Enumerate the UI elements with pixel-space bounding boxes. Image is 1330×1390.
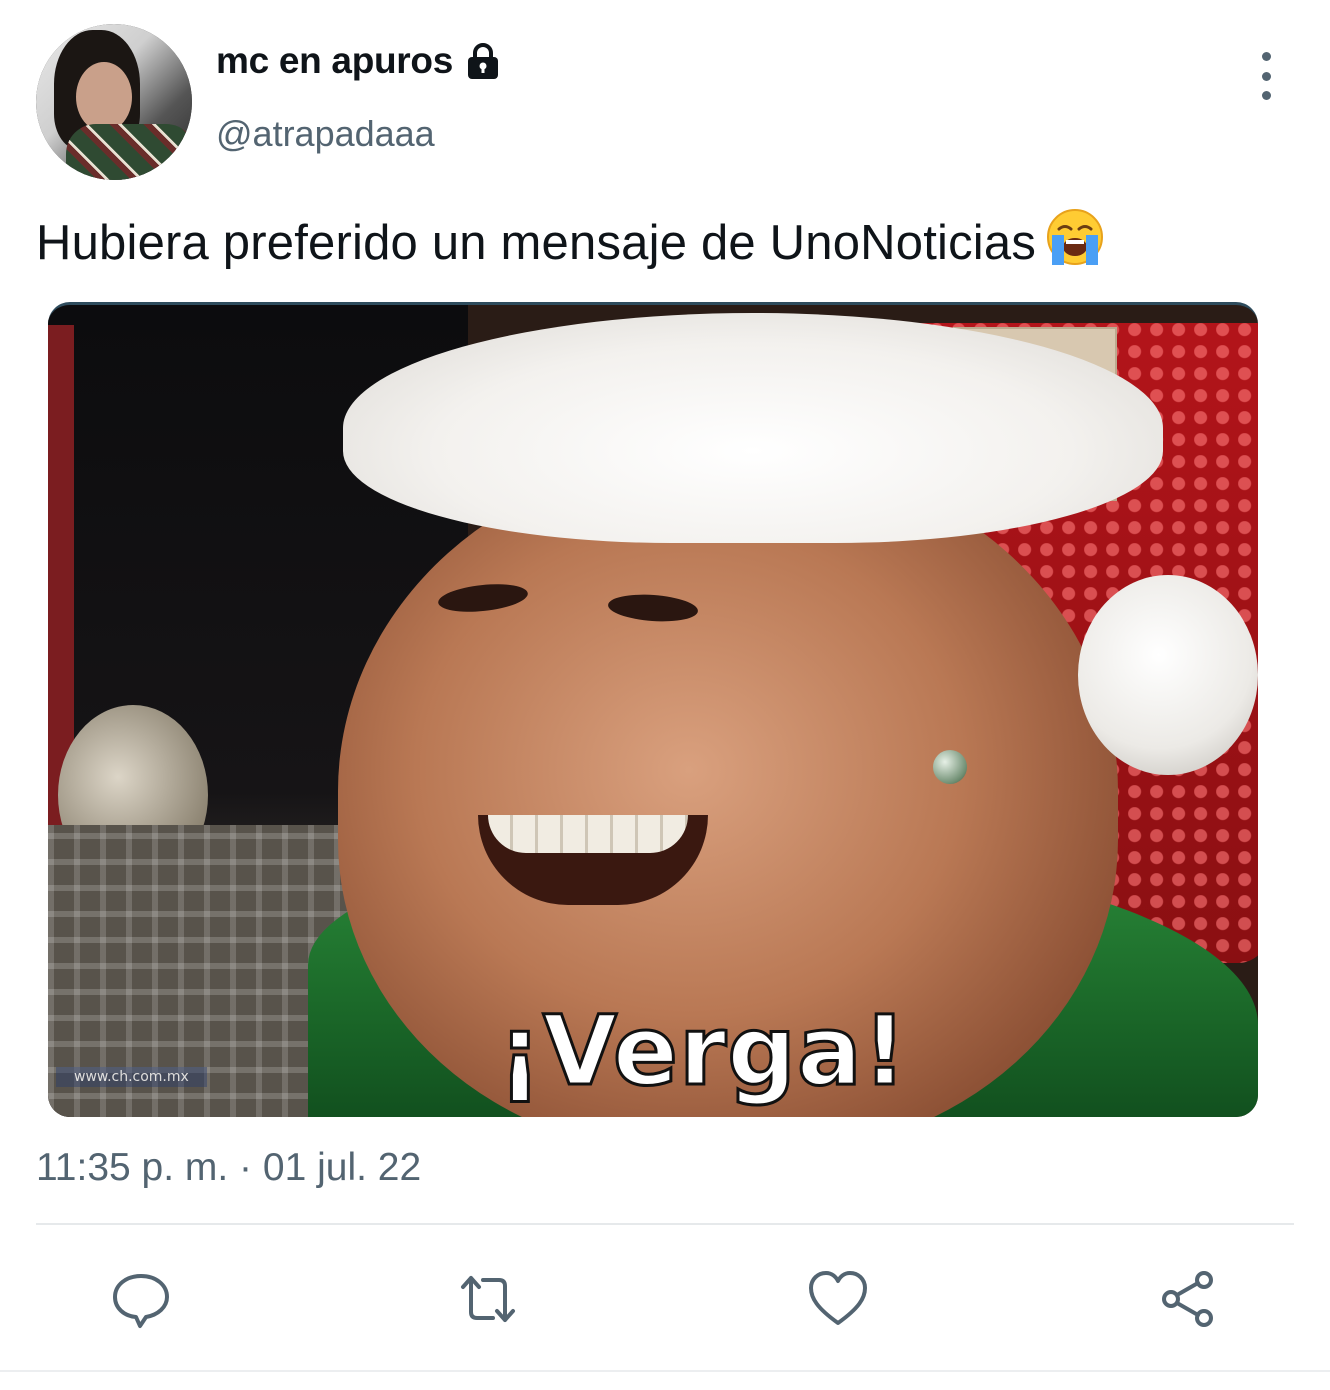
reply-icon: [113, 1274, 169, 1328]
avatar[interactable]: [36, 24, 192, 180]
display-name[interactable]: mc en apuros: [216, 40, 453, 82]
reply-button[interactable]: [110, 1268, 172, 1330]
share-icon: [1162, 1271, 1213, 1327]
retweet-icon: [461, 1276, 515, 1322]
tweet-timestamp[interactable]: 11:35 p. m. · 01 jul. 22: [36, 1146, 421, 1190]
more-options-button[interactable]: [1246, 52, 1286, 100]
tweet-image[interactable]: www.ch.com.mx ¡Verga!: [48, 302, 1258, 1117]
divider: [36, 1223, 1294, 1225]
loudly-crying-face-icon: [1044, 207, 1106, 269]
image-hat-pompom: [1078, 575, 1258, 775]
bottom-divider: [0, 1370, 1330, 1372]
image-watermark: www.ch.com.mx: [56, 1067, 207, 1087]
dot-icon: [1261, 52, 1271, 61]
tweet-text: Hubiera preferido un mensaje de UnoNotic…: [36, 207, 1106, 271]
retweet-button[interactable]: [457, 1268, 519, 1330]
handle[interactable]: @atrapadaaa: [216, 113, 435, 155]
like-button[interactable]: [807, 1268, 869, 1330]
heart-icon: [809, 1271, 867, 1325]
tweet-text-body: Hubiera preferido un mensaje de UnoNotic…: [36, 216, 1037, 270]
image-caption: ¡Verga!: [497, 994, 909, 1109]
dot-icon: [1261, 71, 1271, 81]
dot-icon: [1261, 91, 1271, 100]
image-hat-fur: [343, 313, 1163, 543]
share-button[interactable]: [1157, 1268, 1219, 1330]
author-name-row: mc en apuros: [216, 40, 503, 82]
image-earring: [933, 750, 967, 784]
lock-icon: [463, 41, 503, 81]
tweet-detail: mc en apuros @atrapadaaa Hubiera preferi…: [0, 0, 1330, 1390]
